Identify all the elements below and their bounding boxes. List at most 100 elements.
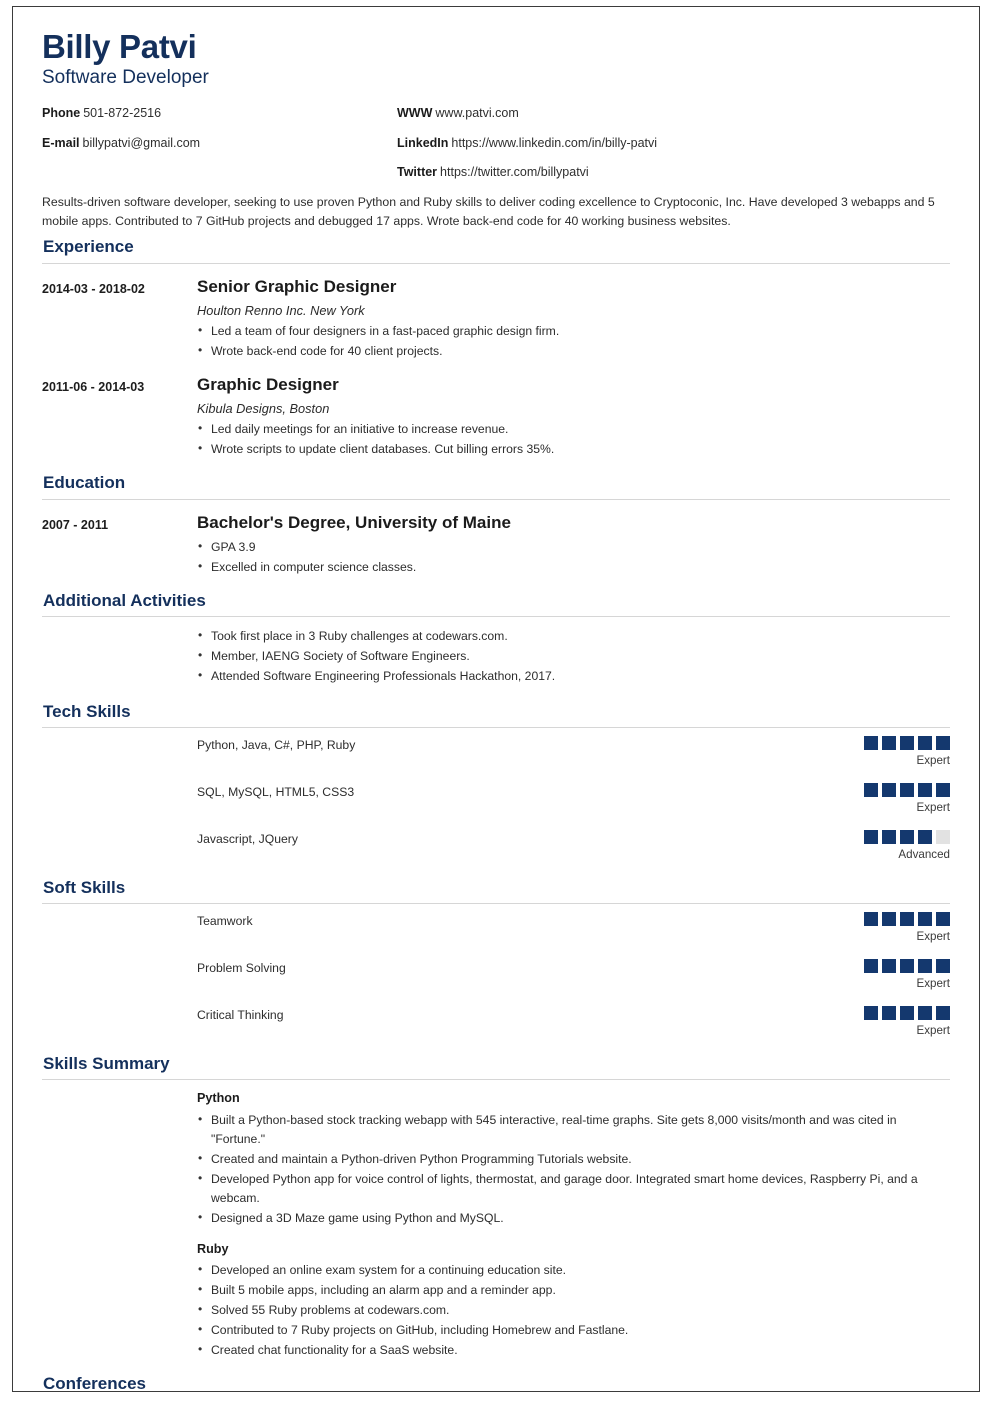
- skill-label: Teamwork: [197, 914, 253, 929]
- candidate-name: Billy Patvi: [42, 28, 197, 65]
- skill-level-label: Expert: [916, 930, 950, 944]
- skill-label: Critical Thinking: [197, 1008, 284, 1023]
- rating-square-filled: [900, 959, 914, 974]
- rating-square-filled: [936, 1006, 950, 1021]
- experience-dates: 2011-06 - 2014-03: [42, 380, 145, 395]
- skills-summary-groups: Python Built a Python-based stock tracki…: [197, 1090, 950, 1361]
- skill-row: Python, Java, C#, PHP, Ruby Expert: [42, 736, 950, 768]
- experience-job-title: Senior Graphic Designer: [197, 276, 397, 296]
- rating-square-filled: [900, 736, 914, 751]
- contact-value-twitter[interactable]: https://twitter.com/billypatvi: [440, 165, 589, 179]
- contact-label-linkedin: LinkedIn: [397, 135, 449, 150]
- list-item: Built 5 mobile apps, including an alarm …: [197, 1280, 950, 1300]
- rating-square-filled: [864, 912, 878, 927]
- skill-row: Problem Solving Expert: [42, 959, 950, 991]
- list-item: Wrote back-end code for 40 client projec…: [197, 341, 950, 361]
- skill-label: SQL, MySQL, HTML5, CSS3: [197, 785, 355, 800]
- activities-item: Took first place in 3 Ruby challenges at…: [42, 626, 950, 687]
- rating-square-filled: [882, 912, 896, 927]
- skill-rating: Expert: [858, 1006, 950, 1038]
- list-item: Attended Software Engineering Profession…: [197, 666, 950, 686]
- education-item: 2007 - 2011 Bachelor's Degree, Universit…: [42, 512, 950, 578]
- contact-row-www: WWW www.patvi.com: [397, 106, 950, 122]
- contact-column-left: Phone 501-872-2516 E-mail billypatvi@gmail…: [42, 106, 397, 181]
- contact-label-www: WWW: [397, 106, 433, 121]
- contact-value-email[interactable]: billypatvi@gmail.com: [83, 136, 201, 150]
- contact-value-www[interactable]: www.patvi.com: [435, 106, 518, 120]
- skill-rating-squares: [858, 1006, 950, 1021]
- skill-label: Python, Java, C#, PHP, Ruby: [197, 738, 356, 753]
- skill-rating: Expert: [858, 783, 950, 815]
- list-item: Wrote scripts to update client databases…: [197, 439, 950, 459]
- section-heading-skills-summary: Skills Summary: [43, 1054, 170, 1074]
- resume-page: Billy Patvi Software Developer Phone 501-…: [12, 6, 980, 1392]
- rating-square-filled: [918, 783, 932, 798]
- education-dates: 2007 - 2011: [42, 517, 109, 532]
- section-education: Education 2007 - 2011 Bachelor's Degree,…: [42, 472, 950, 577]
- rating-square-filled: [918, 912, 932, 927]
- rating-square-filled: [918, 959, 932, 974]
- skill-rating-squares: [858, 736, 950, 751]
- candidate-job-title: Software Developer: [42, 67, 209, 89]
- skill-rating-squares: [858, 783, 950, 798]
- list-item: Solved 55 Ruby problems at codewars.com.: [197, 1300, 950, 1320]
- contact-label-phone: Phone: [42, 106, 81, 121]
- rating-square-filled: [864, 830, 878, 845]
- skill-group-bullet-list: Built a Python-based stock tracking weba…: [197, 1110, 950, 1228]
- list-item: Excelled in computer science classes.: [197, 557, 950, 577]
- experience-job-title: Graphic Designer: [197, 375, 339, 395]
- list-item: Developed Python app for voice control o…: [197, 1169, 950, 1208]
- section-heading-experience: Experience: [43, 237, 134, 257]
- list-item: Member, IAENG Society of Software Engine…: [197, 646, 950, 666]
- rating-square-filled: [900, 912, 914, 927]
- section-additional-activities: Additional Activities Took first place i…: [42, 590, 950, 687]
- section-conferences: Conferences OSCON 2016: [42, 1373, 950, 1391]
- contact-details: Phone 501-872-2516 E-mail billypatvi@gmail…: [42, 106, 950, 181]
- skill-group-ruby: Ruby Developed an online exam system for…: [197, 1241, 950, 1361]
- section-divider: [42, 616, 950, 618]
- skill-rating: Advanced: [858, 830, 950, 862]
- skill-label: Problem Solving: [197, 961, 286, 976]
- experience-item: 2011-06 - 2014-03 Graphic Designer Kibul…: [42, 374, 950, 460]
- skill-rating: Expert: [858, 912, 950, 944]
- list-item: Designed a 3D Maze game using Python and…: [197, 1208, 950, 1228]
- experience-body: Graphic Designer Kibula Designs, Boston …: [197, 374, 950, 460]
- list-item: Took first place in 3 Ruby challenges at…: [197, 626, 950, 646]
- rating-square-filled: [864, 736, 878, 751]
- list-item: Led a team of four designers in a fast-p…: [197, 321, 950, 341]
- rating-square-filled: [936, 959, 950, 974]
- skill-row: SQL, MySQL, HTML5, CSS3 Expert: [42, 783, 950, 815]
- skill-level-label: Advanced: [898, 848, 950, 862]
- list-item: Created chat functionality for a SaaS we…: [197, 1340, 950, 1360]
- skill-level-label: Expert: [916, 1024, 950, 1038]
- section-divider: [42, 1079, 950, 1081]
- contact-value-phone[interactable]: 501-872-2516: [83, 106, 161, 120]
- rating-square-filled: [900, 783, 914, 798]
- contact-value-linkedin[interactable]: https://www.linkedin.com/in/billy-patvi: [451, 136, 657, 150]
- rating-square-filled: [882, 1006, 896, 1021]
- rating-square-filled: [882, 736, 896, 751]
- section-heading-education: Education: [43, 473, 126, 493]
- experience-item: 2014-03 - 2018-02 Senior Graphic Designe…: [42, 276, 950, 362]
- rating-square-filled: [882, 783, 896, 798]
- experience-body: Senior Graphic Designer Houlton Renno In…: [197, 276, 950, 362]
- section-tech-skills: Tech Skills Python, Java, C#, PHP, Ruby: [42, 701, 950, 862]
- skill-row: Javascript, JQuery Advanced: [42, 830, 950, 862]
- professional-summary: Results-driven software developer, seeki…: [42, 194, 935, 228]
- skill-level-label: Expert: [916, 801, 950, 815]
- skill-rating-squares: [858, 959, 950, 974]
- section-skills-summary: Skills Summary Python Built a Python-bas…: [42, 1053, 950, 1361]
- rating-square-filled: [882, 959, 896, 974]
- contact-row-email: E-mail billypatvi@gmail.com: [42, 136, 397, 152]
- skill-rating: Expert: [858, 736, 950, 768]
- resume-header: Billy Patvi Software Developer Phone 501-…: [42, 28, 950, 230]
- rating-square-filled: [900, 830, 914, 845]
- rating-square-filled: [936, 912, 950, 927]
- skill-rating: Expert: [858, 959, 950, 991]
- skills-summary-gutter: [42, 1090, 197, 1095]
- skill-group-title: Ruby: [197, 1241, 229, 1256]
- skill-row: Teamwork Expert: [42, 912, 950, 944]
- section-soft-skills: Soft Skills Teamwork Expert Problem Solv…: [42, 877, 950, 1038]
- experience-bullet-list: Led daily meetings for an initiative to …: [197, 419, 950, 459]
- soft-skills-list: Teamwork Expert Problem Solving Expert C…: [42, 904, 950, 1038]
